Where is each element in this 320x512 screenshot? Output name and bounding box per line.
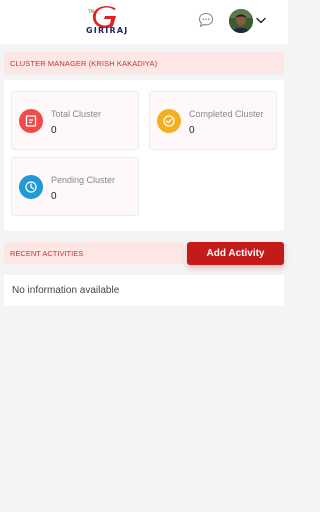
- empty-state-text: No information available: [12, 285, 120, 296]
- pending-cluster-icon-circle: [19, 175, 43, 199]
- cluster-manager-bar: CLUSTER MANAGER (KRISH KAKADIYA): [4, 52, 284, 74]
- stat-label: Completed Cluster: [189, 109, 264, 119]
- add-activity-button[interactable]: Add Activity: [187, 242, 284, 265]
- stat-label: Pending Cluster: [51, 175, 116, 185]
- logo-wordmark: GIRIRAJ: [86, 26, 129, 35]
- user-photo: [229, 9, 253, 33]
- logo-g-mark: [92, 6, 116, 28]
- stat-value: 0: [51, 125, 57, 136]
- stat-card-total-cluster[interactable]: Total Cluster 0: [11, 91, 139, 150]
- completed-cluster-icon-circle: [157, 109, 181, 133]
- giriraj-logo: TM GIRIRAJ: [86, 6, 142, 38]
- cluster-manager-title: CLUSTER MANAGER (KRISH KAKADIYA): [10, 59, 158, 68]
- recent-activities-bar: RECENT ACTIVITIES: [4, 242, 184, 264]
- activities-list: No information available: [4, 275, 284, 306]
- clock-icon: [25, 181, 37, 193]
- stats-panel: Total Cluster 0 Completed Cluster 0 Pend…: [4, 80, 284, 231]
- stat-value: 0: [189, 125, 195, 136]
- stat-value: 0: [51, 191, 57, 202]
- total-cluster-icon-circle: [19, 109, 43, 133]
- document-icon: [25, 115, 37, 127]
- stat-card-completed-cluster[interactable]: Completed Cluster 0: [149, 91, 277, 150]
- chevron-down-icon[interactable]: [256, 17, 266, 24]
- chat-bubble-icon[interactable]: [198, 12, 214, 28]
- user-avatar[interactable]: [229, 9, 253, 33]
- check-circle-icon: [163, 115, 175, 127]
- stat-label: Total Cluster: [51, 109, 102, 119]
- recent-activities-title: RECENT ACTIVITIES: [10, 249, 84, 258]
- stat-card-pending-cluster[interactable]: Pending Cluster 0: [11, 157, 139, 216]
- app-header: TM GIRIRAJ: [0, 0, 288, 44]
